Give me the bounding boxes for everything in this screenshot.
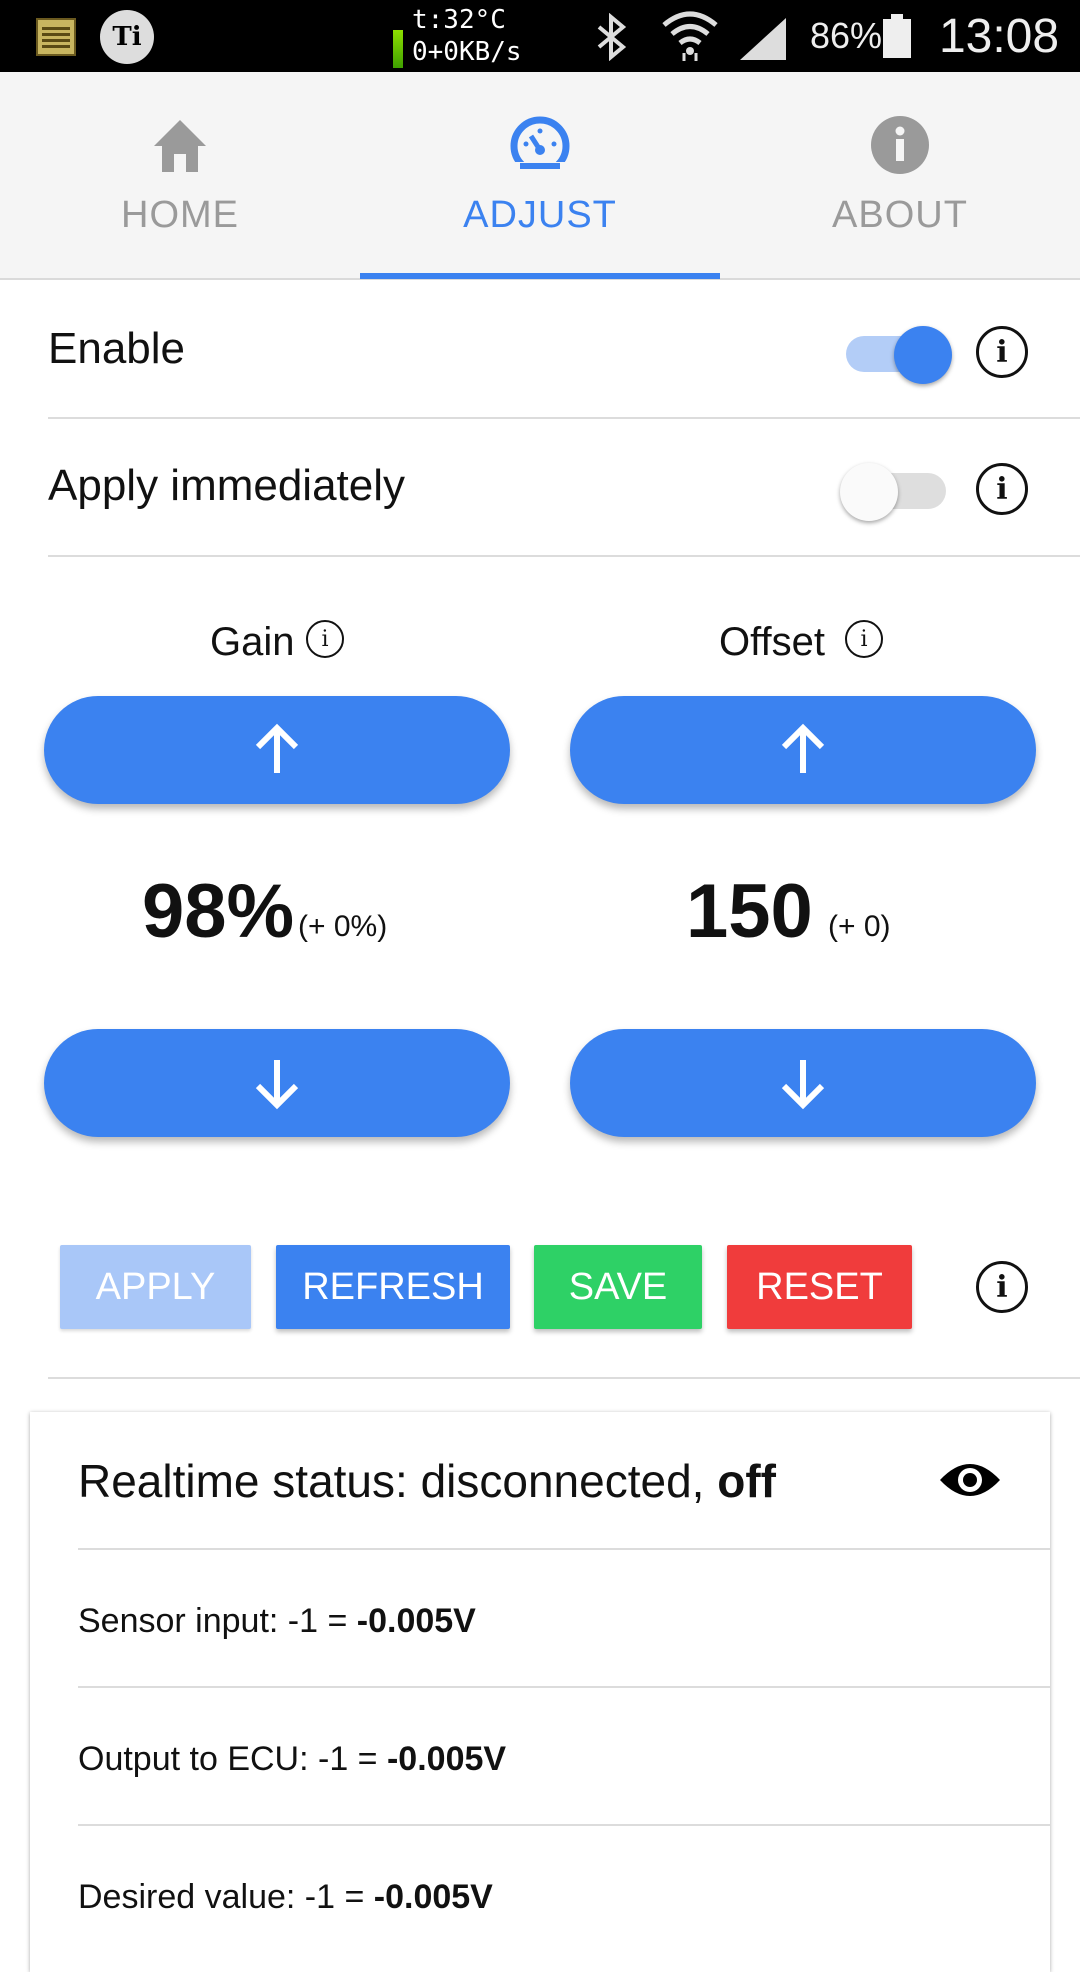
card-divider: [78, 1824, 1050, 1826]
desired-value-line: Desired value: -1 = -0.005V: [78, 1878, 493, 1917]
gain-title: Gain: [210, 620, 295, 664]
temperature-text: t:32°C: [412, 5, 506, 35]
signal-icon: [738, 16, 788, 60]
offset-increase-button[interactable]: [570, 696, 1036, 804]
refresh-button[interactable]: REFRESH: [276, 1245, 510, 1329]
arrow-up-icon: [255, 723, 299, 773]
gain-decrease-button[interactable]: [44, 1029, 510, 1137]
sensor-input-value: -0.005V: [356, 1602, 476, 1640]
save-button[interactable]: SAVE: [534, 1245, 702, 1329]
tab-about-label: ABOUT: [832, 194, 968, 236]
wifi-icon: [660, 8, 720, 64]
active-tab-indicator: [360, 273, 720, 279]
offset-delta: (+ 0): [828, 910, 891, 943]
eye-icon[interactable]: [938, 1458, 1002, 1502]
card-divider: [78, 1686, 1050, 1688]
gain-delta: (+ 0%): [298, 910, 388, 943]
realtime-status-card: Realtime status: disconnected, off Senso…: [30, 1412, 1050, 1972]
enable-label: Enable: [48, 324, 186, 373]
reset-button[interactable]: RESET: [727, 1245, 912, 1329]
apply-immediately-info-button[interactable]: i: [976, 463, 1028, 515]
clock-time: 13:08: [938, 9, 1060, 63]
offset-value: 150: [686, 869, 813, 954]
realtime-status-text: Realtime status: disconnected,: [78, 1455, 718, 1507]
info-glyph: i: [996, 1269, 1008, 1305]
tab-home-label: HOME: [121, 194, 239, 236]
apply-immediately-toggle[interactable]: [840, 457, 950, 521]
gain-info-button[interactable]: i: [306, 620, 344, 658]
network-speed-text: 0+0KB/s: [412, 37, 522, 67]
apply-immediately-label: Apply immediately: [48, 461, 406, 510]
info-glyph: i: [996, 471, 1008, 507]
realtime-status-state: off: [717, 1455, 776, 1507]
network-monitor: t:32°C 0+0KB/s: [394, 4, 534, 68]
desired-value-value: -0.005V: [373, 1878, 493, 1916]
offset-title: Offset: [719, 620, 825, 664]
gain-increase-button[interactable]: [44, 696, 510, 804]
enable-info-button[interactable]: i: [976, 326, 1028, 378]
arrow-up-icon: [781, 723, 825, 773]
divider: [48, 555, 1080, 557]
speedometer-icon: [510, 116, 570, 176]
gear-icon: Ti: [100, 10, 154, 64]
notes-app-icon: [36, 18, 76, 56]
sensor-input-label: Sensor input: -1 =: [78, 1602, 357, 1640]
battery-percent: 86%: [809, 15, 883, 56]
enable-toggle[interactable]: [840, 320, 952, 384]
info-icon: [871, 116, 929, 174]
info-glyph: i: [996, 334, 1008, 370]
gain-value: 98%: [142, 869, 295, 954]
home-icon: [154, 120, 206, 172]
actions-info-button[interactable]: i: [976, 1261, 1028, 1313]
realtime-status-title: Realtime status: disconnected, off: [78, 1454, 776, 1508]
card-divider: [78, 1548, 1050, 1550]
tab-about[interactable]: ABOUT: [720, 72, 1080, 278]
apply-button[interactable]: APPLY: [60, 1245, 251, 1329]
tab-adjust-label: ADJUST: [463, 194, 617, 236]
output-ecu-label: Output to ECU: -1 =: [78, 1740, 387, 1778]
output-ecu-line: Output to ECU: -1 = -0.005V: [78, 1740, 506, 1779]
sensor-input-line: Sensor input: -1 = -0.005V: [78, 1602, 476, 1641]
battery-icon: [882, 14, 912, 58]
tab-adjust[interactable]: ADJUST: [360, 72, 720, 278]
arrow-down-icon: [781, 1060, 825, 1110]
status-bar: Ti t:32°C 0+0KB/s 86% 13:08: [0, 0, 1080, 72]
tab-bar: HOME ADJUST ABOUT: [0, 72, 1080, 280]
offset-info-button[interactable]: i: [845, 620, 883, 658]
gear-badge-text: Ti: [112, 22, 142, 52]
divider: [48, 417, 1080, 419]
desired-value-label: Desired value: -1 =: [78, 1878, 374, 1916]
offset-decrease-button[interactable]: [570, 1029, 1036, 1137]
tab-home[interactable]: HOME: [0, 72, 360, 278]
output-ecu-value: -0.005V: [386, 1740, 507, 1778]
bluetooth-icon: [592, 12, 632, 62]
divider: [48, 1377, 1080, 1379]
info-glyph: i: [860, 626, 868, 652]
info-glyph: i: [321, 626, 329, 652]
arrow-down-icon: [255, 1060, 299, 1110]
